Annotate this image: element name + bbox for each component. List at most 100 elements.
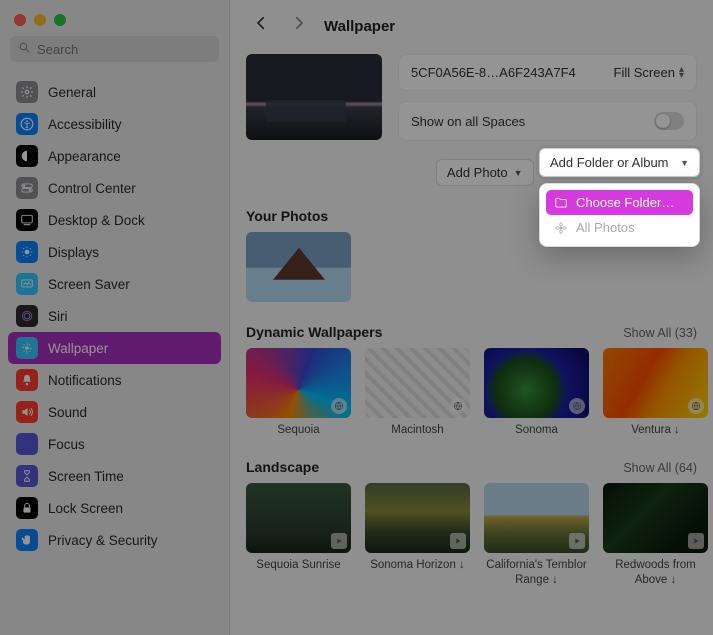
moon-icon: [16, 433, 38, 455]
wallpaper-thumb: [365, 348, 470, 418]
wallpaper-thumb: [246, 348, 351, 418]
add-photo-label: Add Photo: [447, 165, 508, 180]
wallpaper-thumb: [603, 483, 708, 553]
your-photo-thumb: [246, 232, 351, 302]
sidebar-item-accessibility[interactable]: Accessibility: [8, 108, 221, 140]
add-folder-button[interactable]: Add Folder or Album ▼: [539, 148, 700, 177]
your-photo-item[interactable]: [246, 232, 351, 302]
globe-icon: [569, 398, 585, 414]
wallpaper-thumb: [484, 483, 589, 553]
sidebar-item-siri[interactable]: Siri: [8, 300, 221, 332]
choose-folder-label: Choose Folder…: [576, 195, 674, 210]
dynamic-show-all[interactable]: Show All (33): [623, 326, 697, 340]
wallpaper-label: Sonoma Horizon ↓: [370, 558, 465, 572]
sidebar-item-desktop-dock[interactable]: Desktop & Dock: [8, 204, 221, 236]
fill-mode-select[interactable]: Fill Screen ▴▾: [614, 65, 684, 80]
forward-button[interactable]: [286, 12, 312, 40]
sidebar-item-sound[interactable]: Sound: [8, 396, 221, 428]
show-on-all-spaces-row: Show on all Spaces: [398, 101, 697, 141]
wallpaper-icon: [16, 337, 38, 359]
landscape-title: Landscape: [246, 459, 319, 475]
play-icon: [569, 533, 585, 549]
wallpaper-label: Redwoods from Above ↓: [603, 558, 708, 587]
sidebar-item-wallpaper[interactable]: Wallpaper: [8, 332, 221, 364]
sidebar-item-label: Sound: [48, 405, 87, 420]
sidebar-item-notifications[interactable]: Notifications: [8, 364, 221, 396]
sidebar-item-screen-time[interactable]: Screen Time: [8, 460, 221, 492]
wallpaper-item[interactable]: Redwoods from Above ↓: [603, 483, 708, 587]
search-icon: [18, 41, 31, 57]
sidebar-item-label: Privacy & Security: [48, 533, 158, 548]
siri-icon: [16, 305, 38, 327]
wallpaper-item[interactable]: California's Temblor Range ↓: [484, 483, 589, 587]
displays-icon: [16, 241, 38, 263]
choose-folder-item[interactable]: Choose Folder…: [546, 190, 693, 215]
close-window-button[interactable]: [14, 14, 26, 26]
current-wallpaper-preview[interactable]: [246, 54, 382, 140]
wallpaper-thumb: [603, 348, 708, 418]
accessibility-icon: [16, 113, 38, 135]
wallpaper-thumb: [484, 348, 589, 418]
sidebar-item-label: Appearance: [48, 149, 121, 164]
wallpaper-thumb: [246, 483, 351, 553]
sidebar-item-privacy-security[interactable]: Privacy & Security: [8, 524, 221, 556]
fill-mode-label: Fill Screen: [614, 65, 675, 80]
wallpaper-label: Sequoia Sunrise: [256, 558, 340, 572]
sidebar-item-label: Control Center: [48, 181, 136, 196]
dynamic-title: Dynamic Wallpapers: [246, 324, 382, 340]
sidebar-item-control-center[interactable]: Control Center: [8, 172, 221, 204]
sound-icon: [16, 401, 38, 423]
sidebar-item-displays[interactable]: Displays: [8, 236, 221, 268]
screensaver-icon: [16, 273, 38, 295]
lock-icon: [16, 497, 38, 519]
main-body: 5CF0A56E-8…A6F243A7F4 Fill Screen ▴▾ Sho…: [230, 48, 713, 635]
back-button[interactable]: [248, 12, 274, 40]
chevron-updown-icon: ▴▾: [679, 67, 684, 79]
page-title: Wallpaper: [324, 18, 395, 35]
wallpaper-item[interactable]: Ventura ↓: [603, 348, 708, 437]
sidebar-item-label: Desktop & Dock: [48, 213, 145, 228]
dynamic-wallpapers-section: Dynamic Wallpapers Show All (33) Sequoia…: [246, 324, 697, 437]
add-folder-label: Add Folder or Album: [550, 155, 669, 170]
landscape-section: Landscape Show All (64) Sequoia Sunrise S…: [246, 459, 697, 587]
sidebar-item-screen-saver[interactable]: Screen Saver: [8, 268, 221, 300]
wallpaper-item[interactable]: Sequoia Sunrise: [246, 483, 351, 587]
wallpaper-item[interactable]: Sonoma Horizon ↓: [365, 483, 470, 587]
show-on-all-spaces-label: Show on all Spaces: [411, 114, 525, 129]
photos-icon: [554, 221, 568, 235]
switches-icon: [16, 177, 38, 199]
wallpaper-filename: 5CF0A56E-8…A6F243A7F4: [411, 65, 604, 80]
landscape-show-all[interactable]: Show All (64): [623, 461, 697, 475]
sidebar-item-label: Siri: [48, 309, 68, 324]
sidebar-list: GeneralAccessibility Appearance Control Ce…: [0, 72, 229, 635]
hourglass-icon: [16, 465, 38, 487]
dock-icon: [16, 209, 38, 231]
all-photos-label: All Photos: [576, 220, 635, 235]
wallpaper-item[interactable]: Macintosh: [365, 348, 470, 437]
sidebar-item-lock-screen[interactable]: Lock Screen: [8, 492, 221, 524]
globe-icon: [450, 398, 466, 414]
sidebar-item-label: Focus: [48, 437, 85, 452]
sidebar-item-general[interactable]: General: [8, 76, 221, 108]
sidebar-item-appearance[interactable]: Appearance: [8, 140, 221, 172]
zoom-window-button[interactable]: [54, 14, 66, 26]
globe-icon: [688, 398, 704, 414]
add-folder-dropdown: Choose Folder… All Photos: [539, 183, 700, 247]
wallpaper-name-row: 5CF0A56E-8…A6F243A7F4 Fill Screen ▴▾: [398, 54, 697, 91]
wallpaper-label: Ventura ↓: [631, 423, 680, 437]
sidebar-item-label: Screen Time: [48, 469, 124, 484]
main-panel: Wallpaper 5CF0A56E-8…A6F243A7F4 Fill Scr…: [230, 0, 713, 635]
search-input[interactable]: [37, 42, 211, 57]
wallpaper-item[interactable]: Sequoia: [246, 348, 351, 437]
settings-window: GeneralAccessibility Appearance Control Ce…: [0, 0, 713, 635]
main-header: Wallpaper: [230, 0, 713, 48]
folder-icon: [554, 196, 568, 210]
sidebar-item-focus[interactable]: Focus: [8, 428, 221, 460]
show-on-all-spaces-toggle[interactable]: [654, 112, 684, 130]
wallpaper-item[interactable]: Sonoma: [484, 348, 589, 437]
play-icon: [331, 533, 347, 549]
add-photo-button[interactable]: Add Photo ▼: [436, 159, 534, 186]
minimize-window-button[interactable]: [34, 14, 46, 26]
your-photos-title: Your Photos: [246, 208, 328, 224]
search-field[interactable]: [10, 36, 219, 62]
